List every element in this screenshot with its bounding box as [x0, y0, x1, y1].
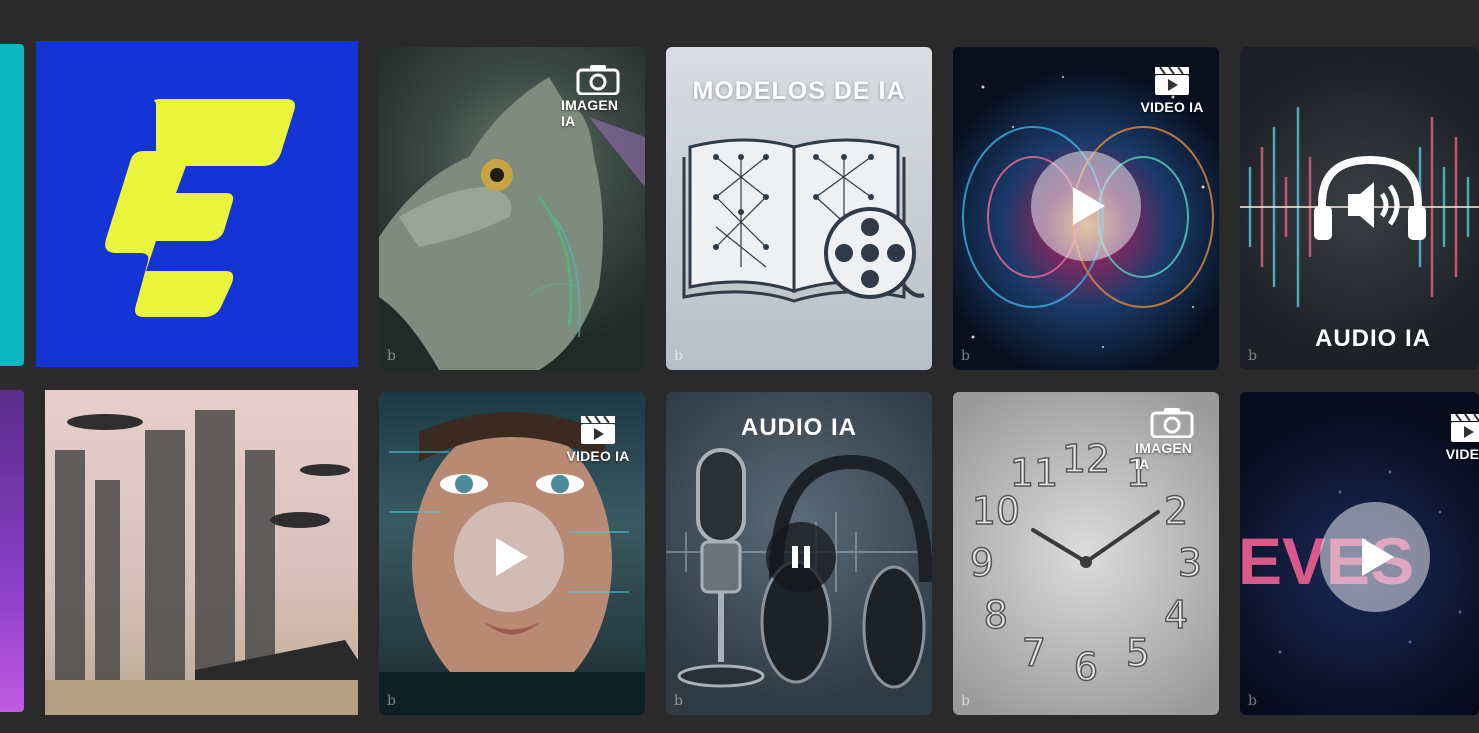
watermark: b	[961, 348, 970, 364]
tile-clock[interactable]: 12 1 2 3 4 5 6 7 8 9 10 11 IMAGEN IA b	[953, 392, 1219, 715]
clock-numeral: 8	[984, 593, 1008, 637]
camera-icon	[576, 65, 620, 95]
badge-label: IMAGEN IA	[561, 97, 619, 129]
clock-numeral: 12	[1062, 437, 1110, 481]
clapper-icon	[1451, 413, 1479, 442]
watermark: b	[387, 348, 396, 364]
badge-label: VIDEO IA	[566, 448, 630, 464]
watermark: b	[1248, 348, 1257, 364]
pause-button[interactable]	[766, 522, 836, 592]
badge-video: VIDEO IA	[561, 412, 635, 464]
badge-imagen: IMAGEN IA	[561, 63, 635, 129]
play-button[interactable]	[1031, 151, 1141, 261]
clock-numeral: 6	[1074, 645, 1098, 689]
play-icon	[1073, 187, 1105, 225]
watermark: b	[1248, 693, 1257, 709]
badge-label: VIDEO IA	[1140, 99, 1204, 115]
badge-video: VIDEO IA	[1135, 63, 1209, 115]
tile-cosmos-video[interactable]: VIDEO IA b	[953, 47, 1219, 370]
camera-icon	[1150, 408, 1194, 438]
badge-imagen: IMAGEN IA	[1135, 406, 1209, 472]
play-button[interactable]	[1320, 502, 1430, 612]
play-button[interactable]	[454, 502, 564, 612]
clock-numeral: 4	[1164, 593, 1188, 637]
tile-logo[interactable]	[36, 41, 358, 367]
book-film-icon	[682, 138, 925, 303]
tile-city[interactable]	[45, 390, 358, 715]
badge-label: VIDEO	[1445, 446, 1479, 462]
watermark: b	[674, 693, 683, 709]
city-image	[45, 410, 358, 715]
watermark: b	[961, 693, 970, 709]
play-icon	[1362, 538, 1394, 576]
tile-dragon[interactable]: IMAGEN IA b	[379, 47, 645, 370]
tile-title: AUDIO IA	[1315, 325, 1431, 352]
tile-modelos-ia[interactable]: MODELOS DE IA b	[666, 47, 932, 370]
watermark: b	[674, 348, 683, 364]
clock-numeral: 5	[1126, 631, 1150, 675]
tile-mic-audio[interactable]: AUDIO IA b	[666, 392, 932, 715]
purple-sliver	[0, 390, 24, 712]
badge-video: VIDEO	[1431, 410, 1479, 462]
clock-numeral: 9	[970, 541, 994, 585]
play-icon	[496, 538, 528, 576]
watermark: b	[387, 693, 396, 709]
clapper-icon	[581, 415, 615, 444]
clock-numeral: 10	[972, 489, 1020, 533]
brand-logo-icon	[105, 99, 295, 317]
clock-numeral: 7	[1022, 631, 1046, 675]
tile-audio-wave[interactable]: AUDIO IA b	[1240, 47, 1479, 370]
clapper-icon	[1155, 66, 1189, 95]
clock-numeral: 2	[1164, 489, 1188, 533]
badge-label: IMAGEN IA	[1135, 440, 1193, 472]
pause-icon	[792, 546, 810, 568]
cyan-sliver	[0, 44, 24, 366]
clock-numeral: 3	[1178, 541, 1202, 585]
tile-words-video[interactable]: EVES VIDEO b	[1240, 392, 1479, 715]
headphones-speaker-icon	[1314, 155, 1426, 240]
tile-face-video[interactable]: VIDEO IA b	[379, 392, 645, 715]
clock-numeral: 11	[1010, 451, 1058, 495]
